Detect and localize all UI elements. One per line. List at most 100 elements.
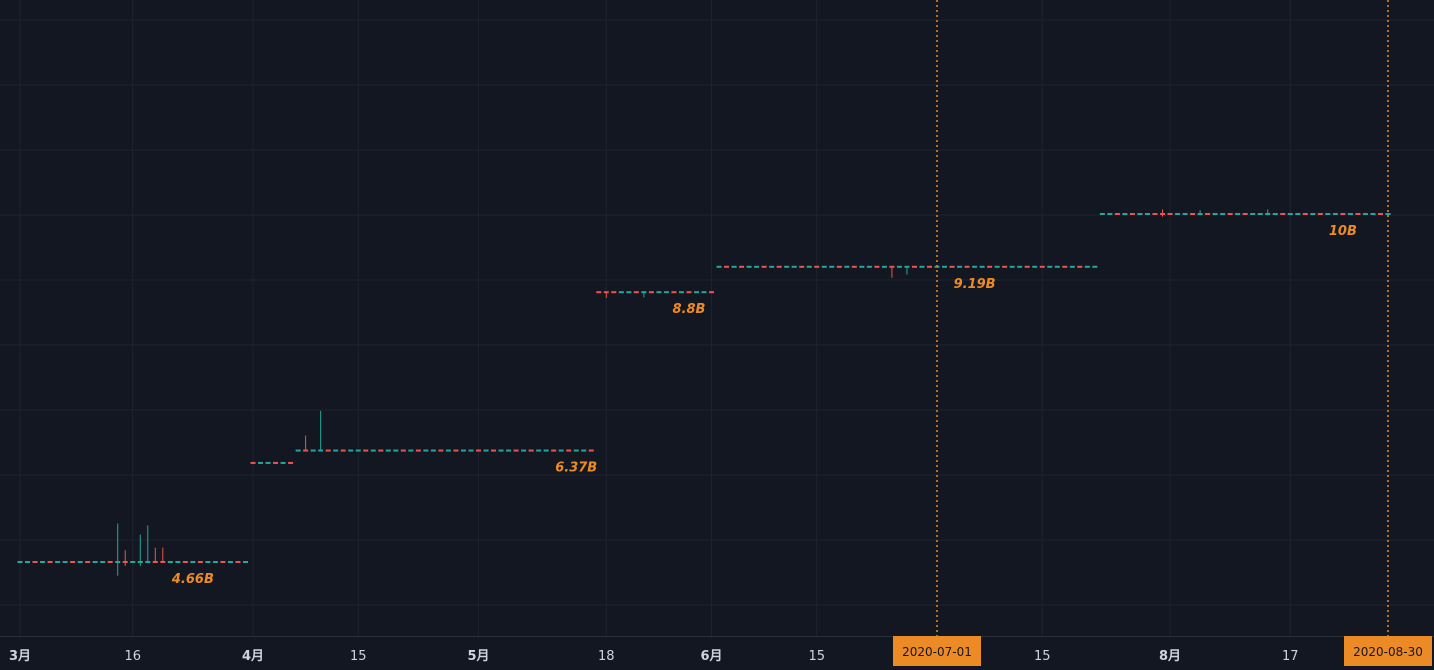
crosshair-date-label: 2020-07-01 [902,645,972,659]
segment-value-label: 4.66B [171,572,214,587]
candle-body [152,561,158,563]
candle-body [573,449,579,452]
candle-body [1160,213,1166,215]
candle-body [242,561,248,563]
candle-body [1265,213,1271,215]
candle-body [964,265,970,268]
segment-value-label: 6.37B [555,461,597,476]
candle-body [1182,213,1188,215]
candle-body [1310,213,1316,215]
candle-body [167,561,173,563]
candlestick-chart[interactable]: 4.66B 6.37B 8.8B 9.19B 10B 2020-07-01 2020-08… [0,0,1434,670]
candle-body [633,291,639,294]
candles [17,209,1391,576]
candle-body [551,449,557,452]
candle-body [1280,213,1286,215]
candle-body [303,449,309,452]
candle-body [1235,213,1241,215]
crosshair-markers: 2020-07-01 2020-08-30 [893,0,1432,666]
candle-body [799,265,805,268]
x-tick-label: 6月 [700,649,722,664]
candle-body [1242,213,1248,215]
candle-body [62,561,68,563]
candle-body [603,291,609,294]
candle-body [430,449,436,452]
candle-body [686,291,692,294]
candle-body [1062,265,1068,268]
candle-body [288,461,294,464]
grid [0,0,1434,637]
candle-body [648,291,654,294]
candle-body [1039,265,1045,268]
candle-body [1175,213,1181,215]
candle-body [1220,213,1226,215]
x-tick-label: 8月 [1159,649,1181,664]
candle-body [588,449,594,452]
candle-body [318,449,324,452]
candle-body [70,561,76,563]
candle-body [1047,265,1053,268]
candle-body [460,449,466,452]
candle-body [1257,213,1263,215]
candle-body [25,561,31,563]
candle-body [491,449,497,452]
candle-body [340,449,346,452]
candle-body [536,449,542,452]
candle-body [423,449,429,452]
candle-body [212,561,218,563]
candle-body [791,265,797,268]
candle-body [1024,265,1030,268]
candle-body [1002,265,1008,268]
x-tick-label: 18 [598,649,615,664]
candle-body [77,561,83,563]
candle-body [32,561,38,563]
candle-body [273,461,279,464]
candle-body [333,449,339,452]
candle-body [919,265,925,268]
candle-body [739,265,745,268]
candle-body [1212,213,1218,215]
candle-body [618,291,624,294]
candle-body [558,449,564,452]
candle-body [1099,213,1105,215]
candle-body [1325,213,1331,215]
candle-body [438,449,444,452]
candle-body [17,561,23,563]
candle-body [1032,265,1038,268]
candle-body [182,561,188,563]
candle-body [1355,213,1361,215]
candle-body [1317,213,1323,215]
candle-body [754,265,760,268]
candle-body [581,449,587,452]
candle-body [190,561,196,563]
candle-body [874,265,880,268]
candle-body [626,291,632,294]
candle-body [1054,265,1060,268]
candle-body [498,449,504,452]
candle-body [663,291,669,294]
candle-body [566,449,572,452]
candle-body [1332,213,1338,215]
candle-body [130,561,136,563]
candle-body [235,561,241,563]
x-tick-label: 4月 [242,649,264,664]
candle-body [776,265,782,268]
crosshair-date-label: 2020-08-30 [1353,645,1423,659]
candle-body [1017,265,1023,268]
candle-body [1144,213,1150,215]
candle-body [100,561,106,563]
candle-body [1129,213,1135,215]
candle-body [528,449,534,452]
candle-body [122,561,128,563]
candle-body [1227,213,1233,215]
candle-body [821,265,827,268]
candle-body [942,265,948,268]
candle-body [1250,213,1256,215]
candle-body [468,449,474,452]
candle-body [1295,213,1301,215]
candle-body [521,449,527,452]
candle-body [926,265,932,268]
candle-body [513,449,519,452]
candle-body [987,265,993,268]
candle-body [701,291,707,294]
